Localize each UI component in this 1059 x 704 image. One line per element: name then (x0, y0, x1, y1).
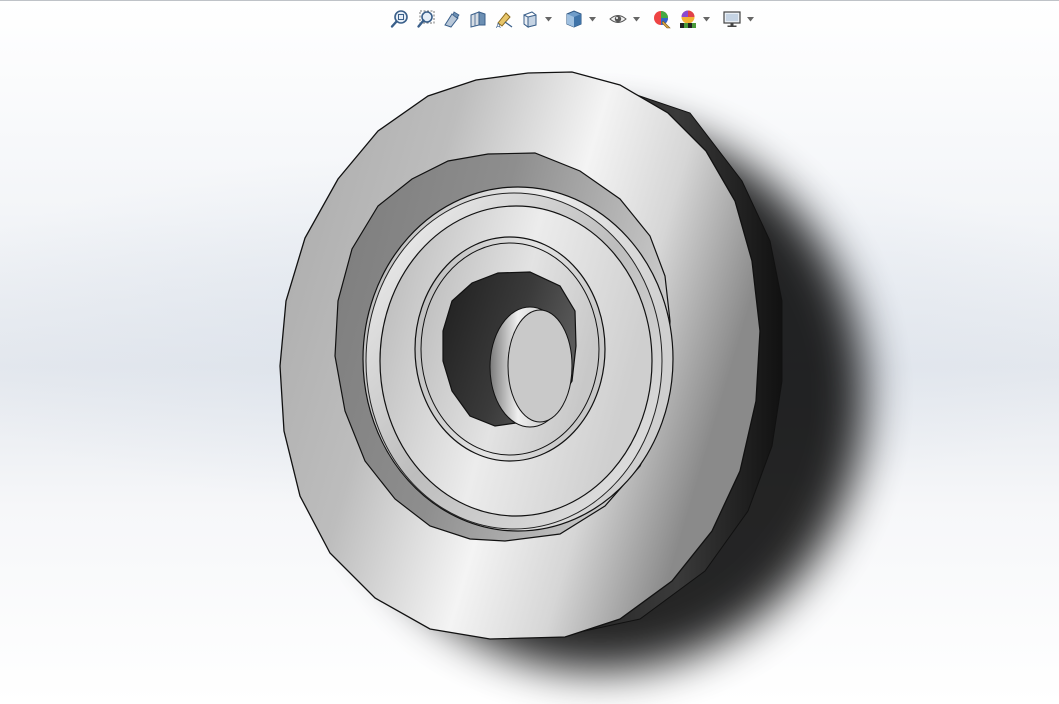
zoom-to-fit-button[interactable] (388, 7, 412, 31)
previous-view-icon (444, 11, 460, 28)
chevron-down-icon (702, 16, 710, 21)
dynamic-annotation-views-button[interactable]: A (492, 7, 516, 31)
section-view-button[interactable] (466, 7, 490, 31)
apply-scene-button[interactable] (676, 7, 700, 31)
part-model-view[interactable] (0, 1, 1059, 704)
previous-view-button[interactable] (440, 7, 464, 31)
view-settings-dropdown[interactable] (746, 7, 754, 31)
hide-show-items-dropdown[interactable] (632, 7, 640, 31)
chevron-down-icon (632, 16, 640, 21)
eye-icon (609, 15, 627, 23)
display-style-icon (566, 10, 582, 28)
display-style-dropdown[interactable] (588, 7, 596, 31)
svg-text:A: A (496, 23, 501, 29)
apply-scene-icon (680, 10, 696, 28)
heads-up-view-toolbar: A (388, 7, 754, 31)
edit-appearance-button[interactable] (650, 7, 674, 31)
hide-show-items-button[interactable] (606, 7, 630, 31)
display-style-button[interactable] (562, 7, 586, 31)
section-view-icon (470, 11, 486, 28)
zoom-to-area-icon (417, 10, 435, 28)
apply-scene-dropdown[interactable] (702, 7, 710, 31)
inner-pin-face (507, 309, 573, 423)
chevron-down-icon (746, 16, 754, 21)
edit-appearance-icon (654, 11, 671, 29)
monitor-icon (723, 11, 741, 27)
chevron-down-icon (588, 16, 596, 21)
view-orientation-icon (523, 11, 537, 28)
dynamic-annotation-views-icon: A (496, 12, 513, 29)
view-orientation-button[interactable] (518, 7, 542, 31)
view-settings-button[interactable] (720, 7, 744, 31)
zoom-to-area-button[interactable] (414, 7, 438, 31)
view-orientation-dropdown[interactable] (544, 7, 552, 31)
chevron-down-icon (544, 16, 552, 21)
graphics-area[interactable]: A (0, 0, 1059, 704)
zoom-to-fit-icon (390, 10, 408, 28)
